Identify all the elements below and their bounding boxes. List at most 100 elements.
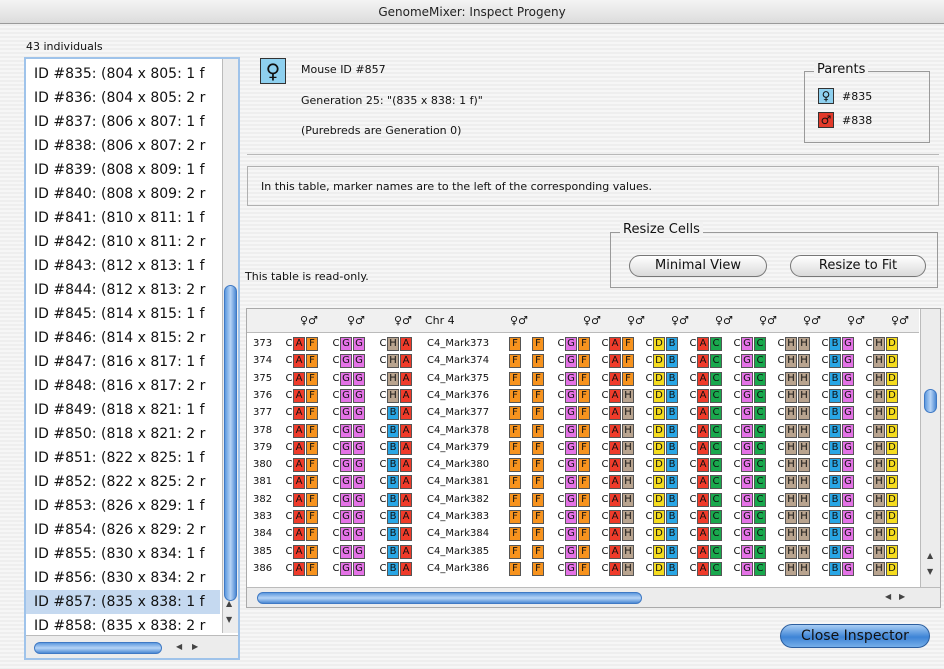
list-item[interactable]: ID #842: (810 x 811: 2 r — [26, 230, 220, 254]
list-item[interactable]: ID #840: (808 x 809: 2 r — [26, 182, 220, 206]
allele-cell: G — [741, 440, 753, 455]
allele-cell: G — [565, 371, 577, 386]
allele-cell: A — [400, 354, 412, 369]
individual-list[interactable]: ID #835: (804 x 805: 1 f ID #836: (804 x … — [24, 57, 240, 660]
list-item[interactable]: ID #852: (822 x 825: 2 r — [26, 470, 220, 494]
marker-c-label: C — [557, 338, 565, 349]
allele-cell: F — [306, 440, 318, 455]
table-scroll-up-arrow[interactable]: ▲ — [927, 551, 933, 560]
marker-c-label: C — [821, 476, 829, 488]
allele-cell: F — [578, 388, 590, 403]
allele-cell: A — [609, 527, 621, 542]
marker-c-label: C — [865, 338, 873, 349]
list-vertical-scrollbar[interactable]: ▲ ▼ — [222, 59, 238, 633]
table-hscroll-thumb[interactable] — [257, 592, 642, 604]
marker-name: C4_Mark383 — [427, 511, 490, 522]
allele-cell: F — [509, 371, 521, 386]
list-item[interactable]: ID #839: (808 x 809: 1 f — [26, 158, 220, 182]
table-scroll-left-arrow[interactable]: ◀ — [885, 592, 891, 601]
list-item[interactable]: ID #849: (818 x 821: 1 f — [26, 398, 220, 422]
list-item[interactable]: ID #855: (830 x 834: 1 f — [26, 542, 220, 566]
allele-cell: G — [842, 458, 854, 473]
table-scroll-right-arrow[interactable]: ▶ — [899, 592, 905, 601]
allele-cell: D — [886, 492, 898, 507]
allele-cell: B — [387, 475, 399, 490]
marker-c-label: C — [865, 528, 873, 540]
allele-cell: F — [509, 561, 521, 576]
allele-cell: H — [785, 475, 797, 490]
list-item[interactable]: ID #856: (830 x 834: 2 r — [26, 566, 220, 590]
allele-cell: C — [710, 510, 722, 524]
marker-c-label: C — [332, 441, 340, 453]
list-item[interactable]: ID #851: (822 x 825: 1 f — [26, 446, 220, 470]
list-item[interactable]: ID #841: (810 x 811: 1 f — [26, 206, 220, 230]
marker-c-label: C — [865, 545, 873, 557]
list-item[interactable]: ID #854: (826 x 829: 2 r — [26, 518, 220, 542]
list-item[interactable]: ID #835: (804 x 805: 1 f — [26, 62, 220, 86]
close-inspector-button[interactable]: Close Inspector — [780, 624, 930, 648]
list-item[interactable]: ID #850: (818 x 821: 2 r — [26, 422, 220, 446]
allele-cell: A — [400, 544, 412, 559]
allele-cell: D — [886, 388, 898, 403]
list-horizontal-scrollbar[interactable]: ◀ ▶ — [26, 635, 238, 658]
scroll-down-arrow[interactable]: ▼ — [226, 615, 232, 624]
row-number: 381 — [253, 476, 273, 488]
marker-c-label: C — [379, 389, 387, 401]
genotype-table[interactable]: ♀♂ ♀♂ ♀♂ Chr 4 ♀♂ ♀♂ ♀♂ ♀♂ ♀♂ ♀♂ ♀♂ ♀♂ ♀… — [246, 308, 941, 608]
allele-cell: G — [842, 354, 854, 369]
list-hscroll-thumb[interactable] — [34, 642, 162, 654]
list-item[interactable]: ID #853: (826 x 829: 1 f — [26, 494, 220, 518]
allele-cell: A — [400, 406, 412, 421]
table-scroll-down-arrow[interactable]: ▼ — [927, 567, 933, 576]
allele-cell: F — [306, 492, 318, 507]
list-item[interactable]: ID #845: (814 x 815: 1 f — [26, 302, 220, 326]
marker-c-label: C — [332, 493, 340, 505]
allele-cell: B — [666, 510, 678, 524]
list-item[interactable]: ID #847: (816 x 817: 1 f — [26, 350, 220, 374]
allele-cell: H — [873, 423, 885, 438]
list-scroll-thumb[interactable] — [224, 285, 237, 601]
father-id[interactable]: #838 — [842, 114, 872, 127]
mother-id[interactable]: #835 — [842, 90, 872, 103]
individual-count-label: 43 individuals — [26, 40, 103, 53]
allele-cell: B — [829, 337, 841, 351]
allele-cell: A — [400, 371, 412, 386]
marker-c-label: C — [777, 493, 785, 505]
header-pair-2: ♀♂ — [347, 314, 365, 327]
allele-cell: H — [873, 388, 885, 403]
table-vertical-scrollbar[interactable]: ▲ ▼ — [920, 309, 940, 587]
table-horizontal-scrollbar[interactable]: ◀ ▶ — [247, 587, 940, 607]
allele-cell: D — [886, 544, 898, 559]
marker-c-label: C — [601, 338, 609, 349]
list-item[interactable]: ID #857: (835 x 838: 1 f — [26, 590, 220, 614]
list-item[interactable]: ID #848: (816 x 817: 2 r — [26, 374, 220, 398]
resize-to-fit-button[interactable]: Resize to Fit — [790, 255, 926, 277]
allele-cell: C — [710, 337, 722, 351]
allele-cell: F — [509, 510, 521, 524]
scroll-left-arrow[interactable]: ◀ — [176, 642, 182, 651]
list-item[interactable]: ID #843: (812 x 813: 1 f — [26, 254, 220, 278]
allele-cell: F — [306, 458, 318, 473]
list-item[interactable]: ID #846: (814 x 815: 2 r — [26, 326, 220, 350]
marker-c-label: C — [285, 372, 293, 384]
allele-cell: B — [387, 544, 399, 559]
allele-cell: D — [653, 510, 665, 524]
allele-cell: H — [798, 475, 810, 490]
list-item[interactable]: ID #838: (806 x 807: 2 r — [26, 134, 220, 158]
list-item[interactable]: ID #837: (806 x 807: 1 f — [26, 110, 220, 134]
allele-cell: A — [293, 510, 305, 524]
allele-cell: A — [609, 388, 621, 403]
allele-cell: A — [609, 354, 621, 369]
marker-c-label: C — [777, 562, 785, 574]
allele-cell: D — [886, 527, 898, 542]
scroll-right-arrow[interactable]: ▶ — [192, 642, 198, 651]
allele-cell: A — [293, 492, 305, 507]
marker-c-label: C — [777, 338, 785, 349]
list-item[interactable]: ID #836: (804 x 805: 2 r — [26, 86, 220, 110]
minimal-view-button[interactable]: Minimal View — [629, 255, 767, 277]
allele-cell: D — [886, 561, 898, 576]
allele-cell: A — [697, 544, 709, 559]
table-scroll-thumb[interactable] — [924, 389, 937, 413]
scroll-up-arrow[interactable]: ▲ — [226, 599, 232, 608]
list-item[interactable]: ID #844: (812 x 813: 2 r — [26, 278, 220, 302]
